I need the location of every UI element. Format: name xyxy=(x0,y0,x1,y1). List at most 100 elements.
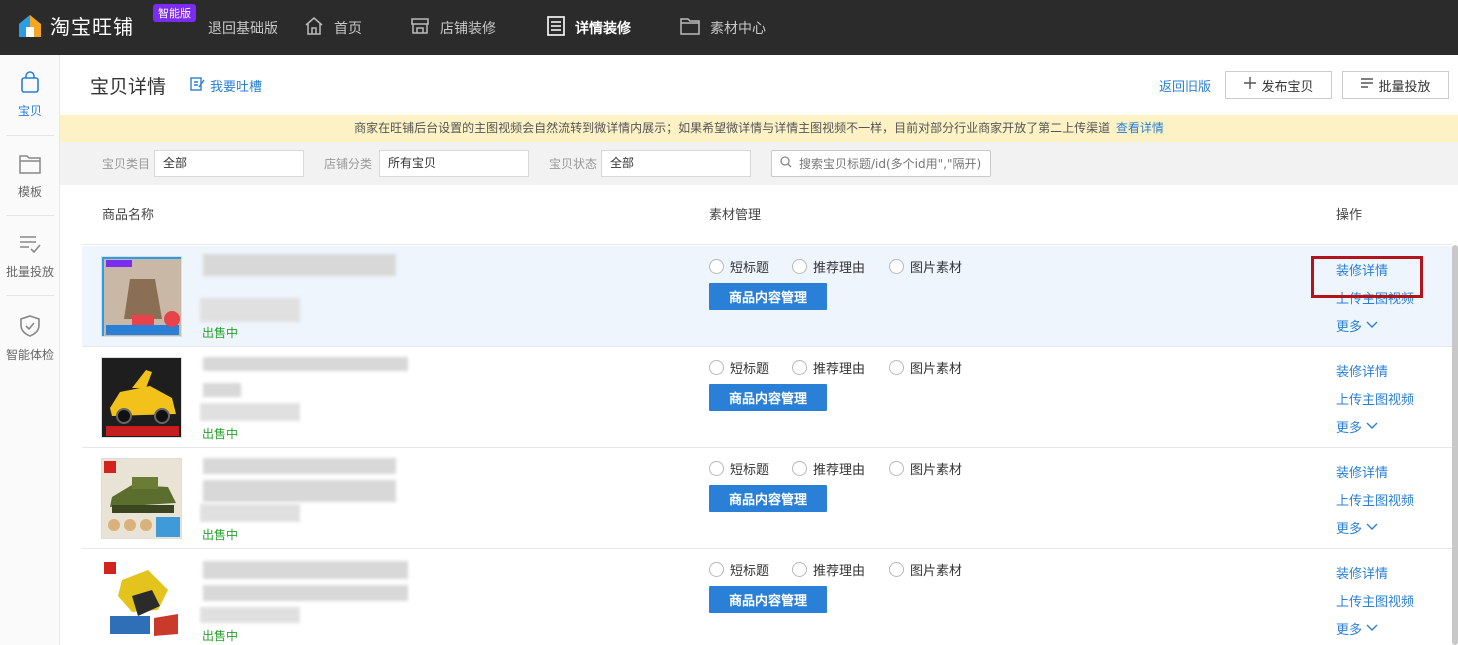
table-row: 出售中 短标题 推荐理由 图片素材 商品内容管理 装修详情 上传主图视频 更多 xyxy=(82,246,1452,347)
column-material: 素材管理 xyxy=(709,208,762,223)
chevron-down-icon xyxy=(1362,318,1378,333)
more-dropdown[interactable]: 更多 xyxy=(1336,518,1378,537)
filter-bar: 宝贝类目 全部 店铺分类 所有宝贝 宝贝状态 全部 搜索宝贝标题/id(多个id… xyxy=(60,142,1458,185)
radio-icon xyxy=(889,360,904,375)
batch-deploy-button[interactable]: 批量投放 xyxy=(1342,71,1449,99)
radio-icon xyxy=(709,461,724,476)
image-material-option[interactable]: 图片素材 xyxy=(889,257,962,276)
publish-item-label: 发布宝贝 xyxy=(1261,79,1314,95)
product-thumbnail[interactable] xyxy=(101,357,182,438)
search-icon xyxy=(780,156,799,171)
store-icon xyxy=(410,16,440,40)
decorate-detail-link[interactable]: 装修详情 xyxy=(1336,361,1388,380)
publish-item-button[interactable]: 发布宝贝 xyxy=(1225,71,1332,99)
table-row: 出售中 短标题 推荐理由 图片素材 商品内容管理 装修详情 上传主图视频 更多 xyxy=(82,448,1452,549)
option-label: 推荐理由 xyxy=(813,362,866,377)
upload-video-link[interactable]: 上传主图视频 xyxy=(1336,591,1414,610)
more-dropdown[interactable]: 更多 xyxy=(1336,619,1378,638)
content-manage-button[interactable]: 商品内容管理 xyxy=(709,384,827,411)
list-icon xyxy=(1360,76,1378,94)
nav-back-basic[interactable]: 退回基础版 xyxy=(208,0,278,55)
short-title-option[interactable]: 短标题 xyxy=(709,560,769,579)
upload-video-link[interactable]: 上传主图视频 xyxy=(1336,389,1414,408)
top-bar: 淘宝旺铺 智能版 退回基础版 首页 店铺装修 详情装修 素材中心 xyxy=(0,0,1458,55)
short-title-option[interactable]: 短标题 xyxy=(709,257,769,276)
option-label: 推荐理由 xyxy=(813,261,866,276)
back-old-version-link[interactable]: 返回旧版 xyxy=(1159,76,1211,95)
nav-home-label: 首页 xyxy=(334,20,362,37)
status-text: 出售中 xyxy=(202,427,239,441)
option-label: 图片素材 xyxy=(910,261,963,276)
short-title-option[interactable]: 短标题 xyxy=(709,459,769,478)
plus-icon xyxy=(1243,76,1261,94)
folder-icon xyxy=(680,17,710,39)
product-thumbnail[interactable] xyxy=(101,458,182,539)
short-title-option[interactable]: 短标题 xyxy=(709,358,769,377)
recommend-reason-option[interactable]: 推荐理由 xyxy=(792,560,865,579)
recommend-reason-option[interactable]: 推荐理由 xyxy=(792,257,865,276)
table-row: 出售中 短标题 推荐理由 图片素材 商品内容管理 装修详情 上传主图视频 更多 xyxy=(82,347,1452,448)
notice-detail-link[interactable]: 查看详情 xyxy=(1116,121,1164,135)
nav-shop-decor-label: 店铺装修 xyxy=(440,20,496,37)
radio-icon xyxy=(709,360,724,375)
highlight-box xyxy=(1311,256,1423,298)
side-item-health-check[interactable]: 智能体检 xyxy=(0,299,60,379)
radio-icon xyxy=(889,461,904,476)
more-dropdown[interactable]: 更多 xyxy=(1336,316,1378,335)
chevron-down-icon xyxy=(1362,621,1378,636)
status-text: 出售中 xyxy=(202,528,239,542)
logo-text: 淘宝旺铺 xyxy=(50,15,134,39)
product-thumbnail[interactable] xyxy=(101,559,182,640)
table-row: 出售中 短标题 推荐理由 图片素材 商品内容管理 装修详情 上传主图视频 更多 xyxy=(82,549,1452,645)
scrollbar[interactable] xyxy=(1452,245,1458,645)
side-item-templates[interactable]: 模板 xyxy=(0,137,60,217)
option-label: 短标题 xyxy=(730,362,770,377)
category-filter-label: 宝贝类目 xyxy=(102,157,151,171)
logo[interactable]: 淘宝旺铺 xyxy=(18,11,134,40)
document-icon xyxy=(547,15,575,40)
product-thumbnail[interactable] xyxy=(101,256,182,337)
status-select[interactable]: 全部 xyxy=(601,150,751,177)
more-label: 更多 xyxy=(1336,522,1363,537)
nav-shop-decor[interactable]: 店铺装修 xyxy=(410,0,496,55)
divider xyxy=(6,295,54,296)
chevron-down-icon xyxy=(1362,520,1378,535)
house-logo-icon xyxy=(18,14,42,38)
nav-detail-decor[interactable]: 详情装修 xyxy=(547,0,631,55)
option-label: 图片素材 xyxy=(910,564,963,579)
nav-materials[interactable]: 素材中心 xyxy=(680,0,766,55)
more-label: 更多 xyxy=(1336,421,1363,436)
upload-video-link[interactable]: 上传主图视频 xyxy=(1336,490,1414,509)
more-label: 更多 xyxy=(1336,320,1363,335)
recommend-reason-option[interactable]: 推荐理由 xyxy=(792,358,865,377)
shop-category-filter-label: 店铺分类 xyxy=(324,157,373,171)
feedback-label: 我要吐槽 xyxy=(210,80,263,95)
page-title: 宝贝详情 xyxy=(90,76,167,98)
side-item-batch[interactable]: 批量投放 xyxy=(0,217,60,297)
content-manage-button[interactable]: 商品内容管理 xyxy=(709,586,827,613)
side-item-batch-label: 批量投放 xyxy=(5,265,54,279)
category-select[interactable]: 全部 xyxy=(154,150,304,177)
feedback-link[interactable]: 我要吐槽 xyxy=(190,76,262,95)
image-material-option[interactable]: 图片素材 xyxy=(889,358,962,377)
search-placeholder: 搜索宝贝标题/id(多个id用","隔开) xyxy=(799,157,982,171)
option-label: 推荐理由 xyxy=(813,564,866,579)
content-manage-button[interactable]: 商品内容管理 xyxy=(709,485,827,512)
option-label: 短标题 xyxy=(730,463,770,478)
more-dropdown[interactable]: 更多 xyxy=(1336,417,1378,436)
status-text: 出售中 xyxy=(202,326,239,340)
image-material-option[interactable]: 图片素材 xyxy=(889,459,962,478)
image-material-option[interactable]: 图片素材 xyxy=(889,560,962,579)
decorate-detail-link[interactable]: 装修详情 xyxy=(1336,462,1388,481)
shop-category-select[interactable]: 所有宝贝 xyxy=(379,150,529,177)
nav-home[interactable]: 首页 xyxy=(304,0,362,55)
recommend-reason-option[interactable]: 推荐理由 xyxy=(792,459,865,478)
option-label: 短标题 xyxy=(730,564,770,579)
radio-icon xyxy=(792,360,807,375)
search-input[interactable]: 搜索宝贝标题/id(多个id用","隔开) xyxy=(771,150,991,177)
content-manage-button[interactable]: 商品内容管理 xyxy=(709,283,827,310)
notice-banner: 商家在旺铺后台设置的主图视频会自然流转到微详情内展示；如果希望微详情与详情主图视… xyxy=(60,115,1458,142)
side-item-items-label: 宝贝 xyxy=(17,104,42,118)
side-item-items[interactable]: 宝贝 xyxy=(0,55,60,135)
decorate-detail-link[interactable]: 装修详情 xyxy=(1336,563,1388,582)
